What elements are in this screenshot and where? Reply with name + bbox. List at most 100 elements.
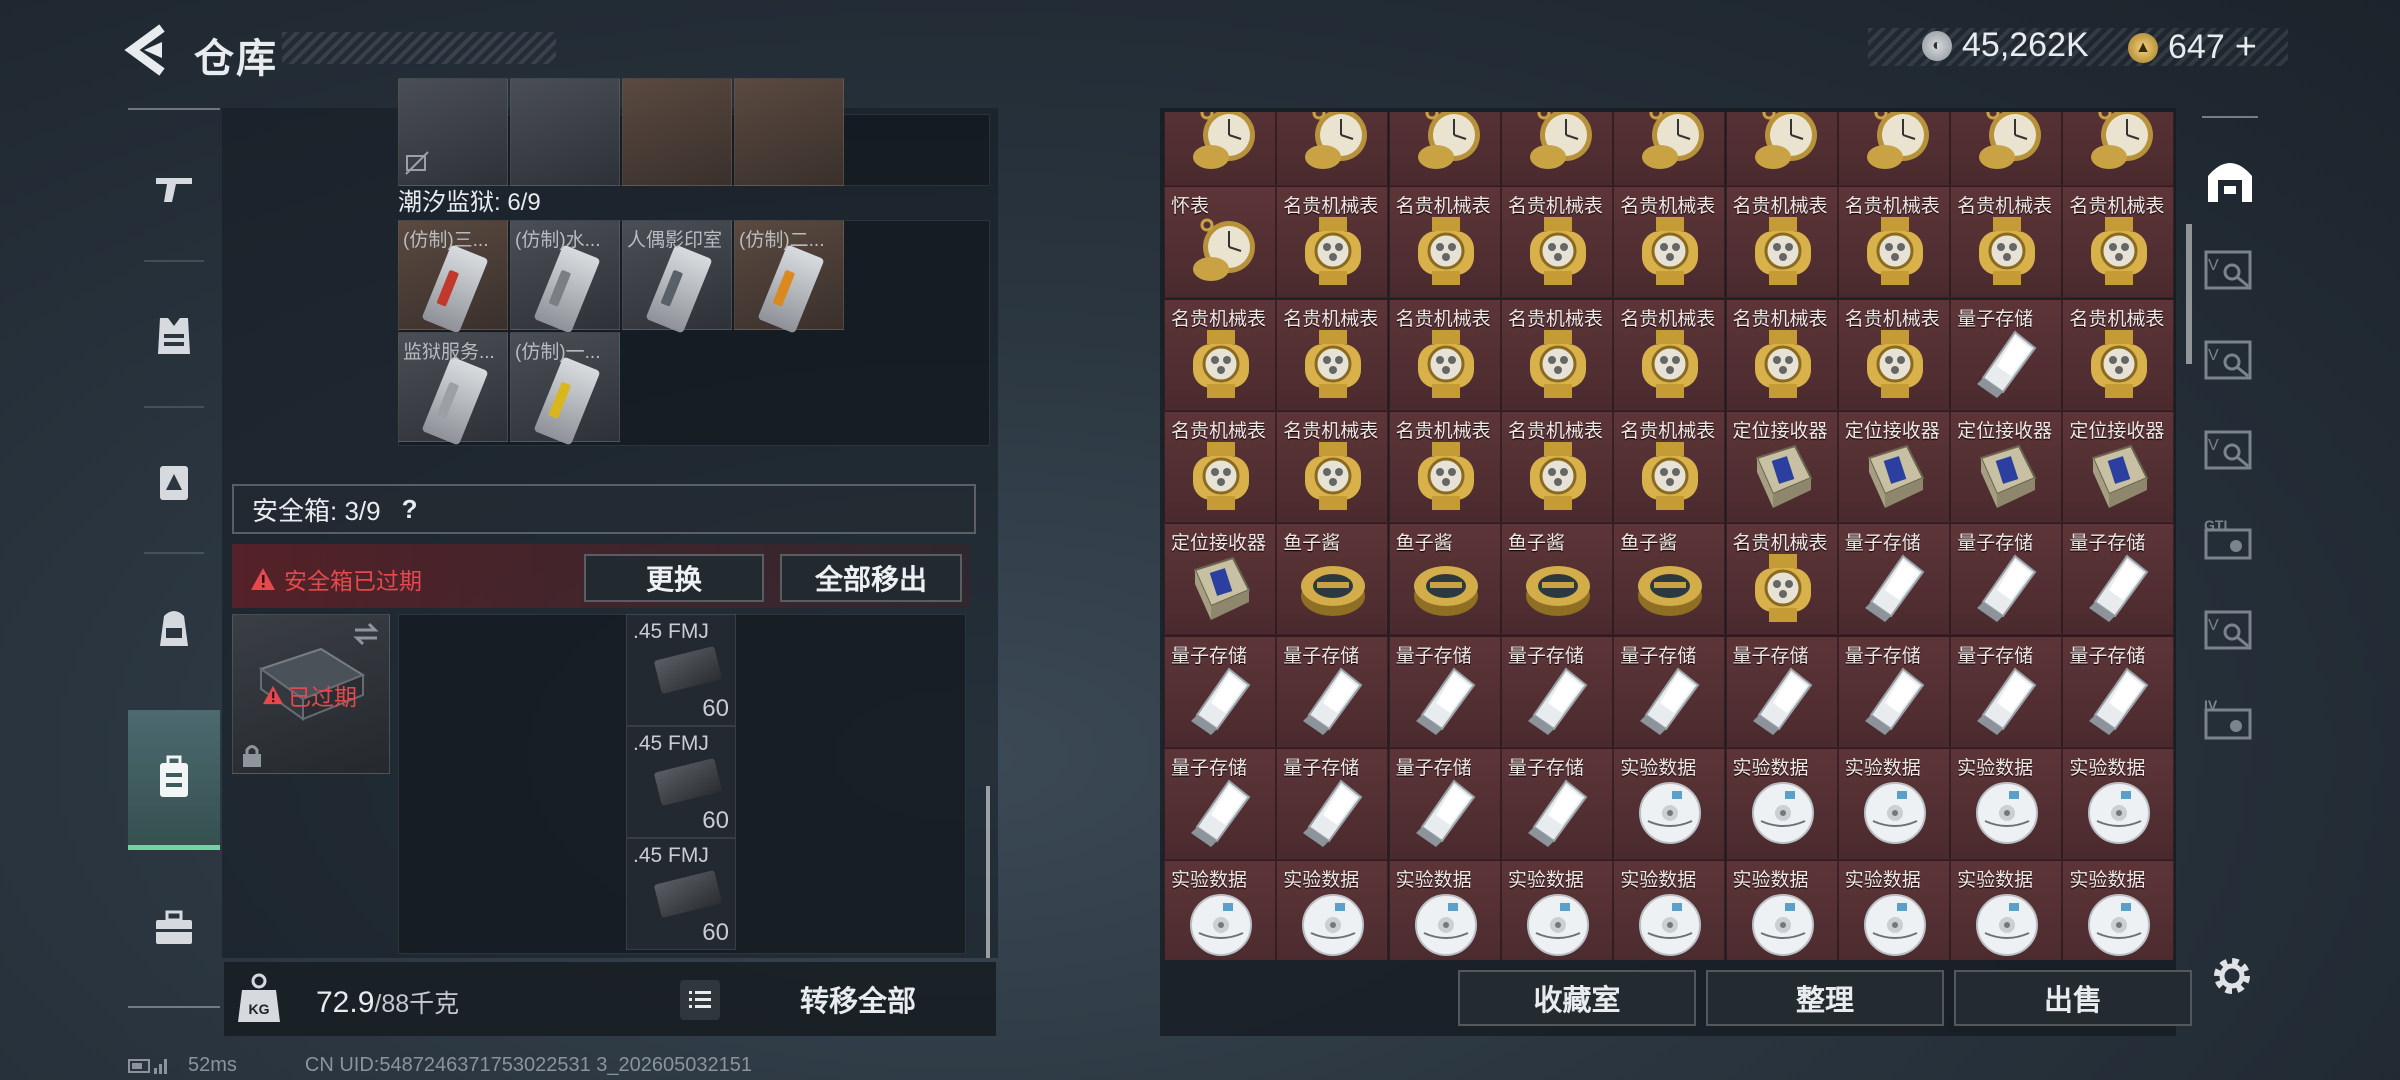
backpack-scrollbar[interactable] (986, 786, 990, 958)
tab-storage-gti[interactable]: GTI (2198, 508, 2262, 572)
warehouse-item[interactable]: 量子存储 (1388, 747, 1501, 860)
nav-backpack[interactable] (128, 568, 220, 688)
warehouse-item[interactable]: 实验数据 (1276, 860, 1389, 960)
ammo-item[interactable]: .45 FMJ 60 (626, 726, 736, 838)
warehouse-item[interactable]: 名贵机械表 (1613, 186, 1726, 299)
warehouse-item[interactable]: 量子存储 (1164, 747, 1276, 860)
warehouse-item[interactable]: 定位接收器 (2062, 410, 2175, 523)
warehouse-item[interactable]: 定位接收器 (1725, 410, 1838, 523)
warehouse-item[interactable]: 实验数据 (1613, 860, 1726, 960)
sort-button[interactable]: 整理 (1706, 970, 1944, 1026)
remove-all-button[interactable]: 全部移出 (780, 554, 962, 602)
warehouse-item[interactable]: 怀表 (1276, 112, 1389, 186)
warehouse-item[interactable]: 名贵机械表 (1164, 298, 1276, 411)
warehouse-item[interactable]: 量子存储 (1950, 298, 2063, 411)
warehouse-item[interactable]: 名贵机械表 (1276, 186, 1389, 299)
warehouse-item[interactable]: 量子存储 (1613, 635, 1726, 748)
tab-storage-2[interactable]: V (2198, 328, 2262, 392)
warehouse-item[interactable]: 名贵机械表 (1725, 523, 1838, 636)
warehouse-item[interactable]: 定位接收器 (1164, 523, 1276, 636)
gold-currency[interactable]: ▲ 647 + (2128, 26, 2257, 69)
warehouse-item[interactable]: 名贵机械表 (1388, 298, 1501, 411)
warehouse-item[interactable]: 量子存储 (1276, 747, 1389, 860)
warehouse-item[interactable]: 名贵机械表 (1613, 298, 1726, 411)
warehouse-item[interactable]: 名贵机械表 (1500, 298, 1613, 411)
warehouse-item[interactable]: 怀表 (1725, 112, 1838, 186)
warehouse-item[interactable]: 实验数据 (1837, 860, 1950, 960)
warehouse-item[interactable]: 名贵机械表 (1613, 410, 1726, 523)
warehouse-item[interactable]: 名贵机械表 (1950, 186, 2063, 299)
warehouse-item[interactable]: 定位接收器 (1950, 410, 2063, 523)
swap-icon[interactable] (351, 621, 381, 647)
warehouse-item[interactable]: 量子存储 (1950, 523, 2063, 636)
keycard-item[interactable]: 监狱服务... (398, 332, 508, 446)
warehouse-item[interactable]: 怀表 (1500, 112, 1613, 186)
warehouse-item[interactable]: 名贵机械表 (1725, 298, 1838, 411)
partial-item[interactable] (734, 78, 844, 186)
warehouse-item[interactable]: 实验数据 (1837, 747, 1950, 860)
keycard-item[interactable]: 人偶影印室 (622, 220, 732, 334)
warehouse-item[interactable]: 量子存储 (1164, 635, 1276, 748)
warehouse-item[interactable]: 量子存储 (2062, 635, 2175, 748)
warehouse-item[interactable]: 实验数据 (1950, 860, 2063, 960)
warehouse-item[interactable]: 量子存储 (1500, 635, 1613, 748)
warehouse-item[interactable]: 实验数据 (1725, 747, 1838, 860)
warehouse-item[interactable]: 实验数据 (1950, 747, 2063, 860)
warehouse-item[interactable]: 量子存储 (1276, 635, 1389, 748)
nav-armor[interactable] (128, 276, 220, 396)
warehouse-item[interactable]: 名贵机械表 (1388, 186, 1501, 299)
list-view-button[interactable] (680, 980, 720, 1020)
sell-button[interactable]: 出售 (1954, 970, 2192, 1026)
warehouse-item[interactable]: 实验数据 (2062, 747, 2175, 860)
warehouse-item[interactable]: 量子存储 (1837, 523, 1950, 636)
ammo-item[interactable]: .45 FMJ 60 (626, 838, 736, 950)
transfer-all-button[interactable]: 转移全部 (740, 970, 976, 1028)
partial-item[interactable] (622, 78, 732, 186)
warehouse-item[interactable]: 名贵机械表 (1388, 410, 1501, 523)
nav-rig[interactable] (128, 422, 220, 542)
warehouse-item[interactable]: 实验数据 (2062, 860, 2175, 960)
keycard-item[interactable]: (仿制)一... (510, 332, 620, 446)
help-icon[interactable]: ? (395, 494, 425, 524)
warehouse-item[interactable]: 名贵机械表 (1837, 298, 1950, 411)
warehouse-item[interactable]: 名贵机械表 (1837, 186, 1950, 299)
warehouse-item[interactable]: 名贵机械表 (1276, 298, 1389, 411)
warehouse-item[interactable]: 量子存储 (1950, 635, 2063, 748)
warehouse-item[interactable]: 怀表 (1388, 112, 1501, 186)
warehouse-item[interactable]: 鱼子酱 (1613, 523, 1726, 636)
warehouse-item[interactable]: 量子存储 (1837, 635, 1950, 748)
keycard-item[interactable]: (仿制)二... (734, 220, 844, 334)
nav-toolbox[interactable] (128, 868, 220, 988)
warehouse-item[interactable]: 名贵机械表 (1276, 410, 1389, 523)
warehouse-item[interactable]: 鱼子酱 (1388, 523, 1501, 636)
tab-main-warehouse[interactable] (2198, 148, 2262, 212)
nav-safe-case[interactable] (128, 710, 220, 850)
warehouse-item[interactable]: 怀表 (2062, 112, 2175, 186)
warehouse-item[interactable]: 怀表 (1164, 186, 1276, 299)
replace-button[interactable]: 更换 (584, 554, 764, 602)
settings-button[interactable] (2206, 950, 2258, 1002)
gold-plus-button[interactable]: + (2235, 26, 2257, 69)
keycard-item[interactable]: (仿制)三... (398, 220, 508, 334)
warehouse-item[interactable]: 定位接收器 (1837, 410, 1950, 523)
warehouse-item[interactable]: 名贵机械表 (1164, 410, 1276, 523)
warehouse-item[interactable]: 怀表 (1164, 112, 1276, 186)
tab-storage-4[interactable]: V (2198, 598, 2262, 662)
nav-weapon[interactable] (128, 128, 220, 248)
warehouse-item[interactable]: 量子存储 (1500, 747, 1613, 860)
warehouse-item[interactable]: 量子存储 (1725, 635, 1838, 748)
warehouse-item[interactable]: 实验数据 (1388, 860, 1501, 960)
tab-storage-1[interactable]: V (2198, 238, 2262, 302)
warehouse-item[interactable]: 怀表 (1837, 112, 1950, 186)
warehouse-item[interactable]: 实验数据 (1500, 860, 1613, 960)
warehouse-item[interactable]: 实验数据 (1613, 747, 1726, 860)
warehouse-item[interactable]: 实验数据 (1164, 860, 1276, 960)
keycard-item[interactable]: (仿制)水... (510, 220, 620, 334)
warehouse-item[interactable]: 怀表 (1950, 112, 2063, 186)
warehouse-item[interactable]: 名贵机械表 (2062, 298, 2175, 411)
back-button[interactable] (122, 22, 174, 78)
warehouse-item[interactable]: 名贵机械表 (1500, 410, 1613, 523)
warehouse-item[interactable]: 鱼子酱 (1276, 523, 1389, 636)
warehouse-item[interactable]: 量子存储 (2062, 523, 2175, 636)
warehouse-item[interactable]: 量子存储 (1388, 635, 1501, 748)
